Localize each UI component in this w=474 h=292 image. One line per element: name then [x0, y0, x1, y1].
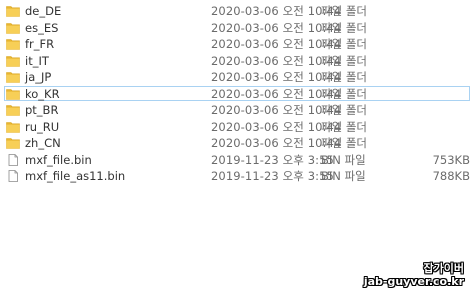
- file-size: 753KB: [432, 152, 470, 167]
- file-row-selected[interactable]: ko_KR 2020-03-06 오전 10:44 파일 폴더: [0, 85, 474, 103]
- file-name: es_ES: [25, 20, 59, 35]
- watermark-url: jab-guyver.co.kr: [363, 275, 464, 288]
- file-row[interactable]: fr_FR 2020-03-06 오전 10:44 파일 폴더: [0, 36, 474, 53]
- file-size: 788KB: [432, 169, 470, 183]
- file-list: de_DE 2020-03-06 오전 10:44 파일 폴더 es_ES 2020-0…: [0, 3, 474, 185]
- file-type: 파일 폴더: [321, 136, 367, 150]
- folder-icon: [6, 88, 20, 100]
- folder-icon: [6, 38, 20, 50]
- file-date: 2019-11-23 오후 3:55: [211, 169, 334, 183]
- folder-icon: [6, 104, 20, 116]
- file-row[interactable]: ja_JP 2020-03-06 오전 10:44 파일 폴더: [0, 69, 474, 86]
- file-type: 파일 폴더: [321, 70, 367, 84]
- file-row[interactable]: mxf_file.bin 2019-11-23 오후 3:55 BIN 파일 753K…: [0, 152, 474, 169]
- file-type: BIN 파일: [321, 152, 366, 167]
- file-name: fr_FR: [25, 37, 55, 51]
- file-type: 파일 폴더: [321, 53, 367, 68]
- file-name: ja_JP: [25, 70, 52, 84]
- file-name: ko_KR: [25, 86, 60, 101]
- file-type: 파일 폴더: [321, 119, 367, 134]
- file-name: pt_BR: [25, 103, 59, 117]
- folder-icon: [6, 71, 20, 83]
- file-icon: [6, 170, 20, 182]
- file-name: mxf_file_as11.bin: [25, 169, 126, 183]
- file-name: de_DE: [25, 4, 62, 18]
- file-icon: [6, 153, 20, 166]
- folder-icon: [6, 5, 20, 17]
- file-row[interactable]: pt_BR 2020-03-06 오전 10:44 파일 폴더: [0, 102, 474, 119]
- file-type: 파일 폴더: [321, 4, 367, 18]
- file-name: ru_RU: [25, 119, 60, 134]
- file-row[interactable]: zh_CN 2020-03-06 오전 10:44 파일 폴더: [0, 135, 474, 152]
- folder-icon: [6, 55, 20, 67]
- file-type: BIN 파일: [321, 169, 366, 183]
- folder-icon: [6, 121, 20, 133]
- folder-icon: [6, 137, 20, 149]
- file-row[interactable]: ru_RU 2020-03-06 오전 10:44 파일 폴더: [0, 119, 474, 136]
- file-row[interactable]: it_IT 2020-03-06 오전 10:44 파일 폴더: [0, 53, 474, 70]
- file-row[interactable]: mxf_file_as11.bin 2019-11-23 오후 3:55 BIN 파…: [0, 168, 474, 185]
- file-name: mxf_file.bin: [25, 152, 92, 167]
- file-name: it_IT: [25, 53, 49, 68]
- watermark-title: 잡가이버: [423, 262, 464, 275]
- file-type: 파일 폴더: [321, 86, 367, 101]
- folder-icon: [6, 22, 20, 34]
- file-name: zh_CN: [25, 136, 61, 150]
- file-type: 파일 폴더: [321, 20, 367, 35]
- file-type: 파일 폴더: [321, 37, 367, 51]
- file-row[interactable]: de_DE 2020-03-06 오전 10:44 파일 폴더: [0, 3, 474, 20]
- watermark: 잡가이버 jab-guyver.co.kr: [364, 262, 464, 288]
- file-row[interactable]: es_ES 2020-03-06 오전 10:44 파일 폴더: [0, 20, 474, 37]
- file-date: 2019-11-23 오후 3:55: [211, 152, 334, 167]
- file-type: 파일 폴더: [321, 103, 367, 117]
